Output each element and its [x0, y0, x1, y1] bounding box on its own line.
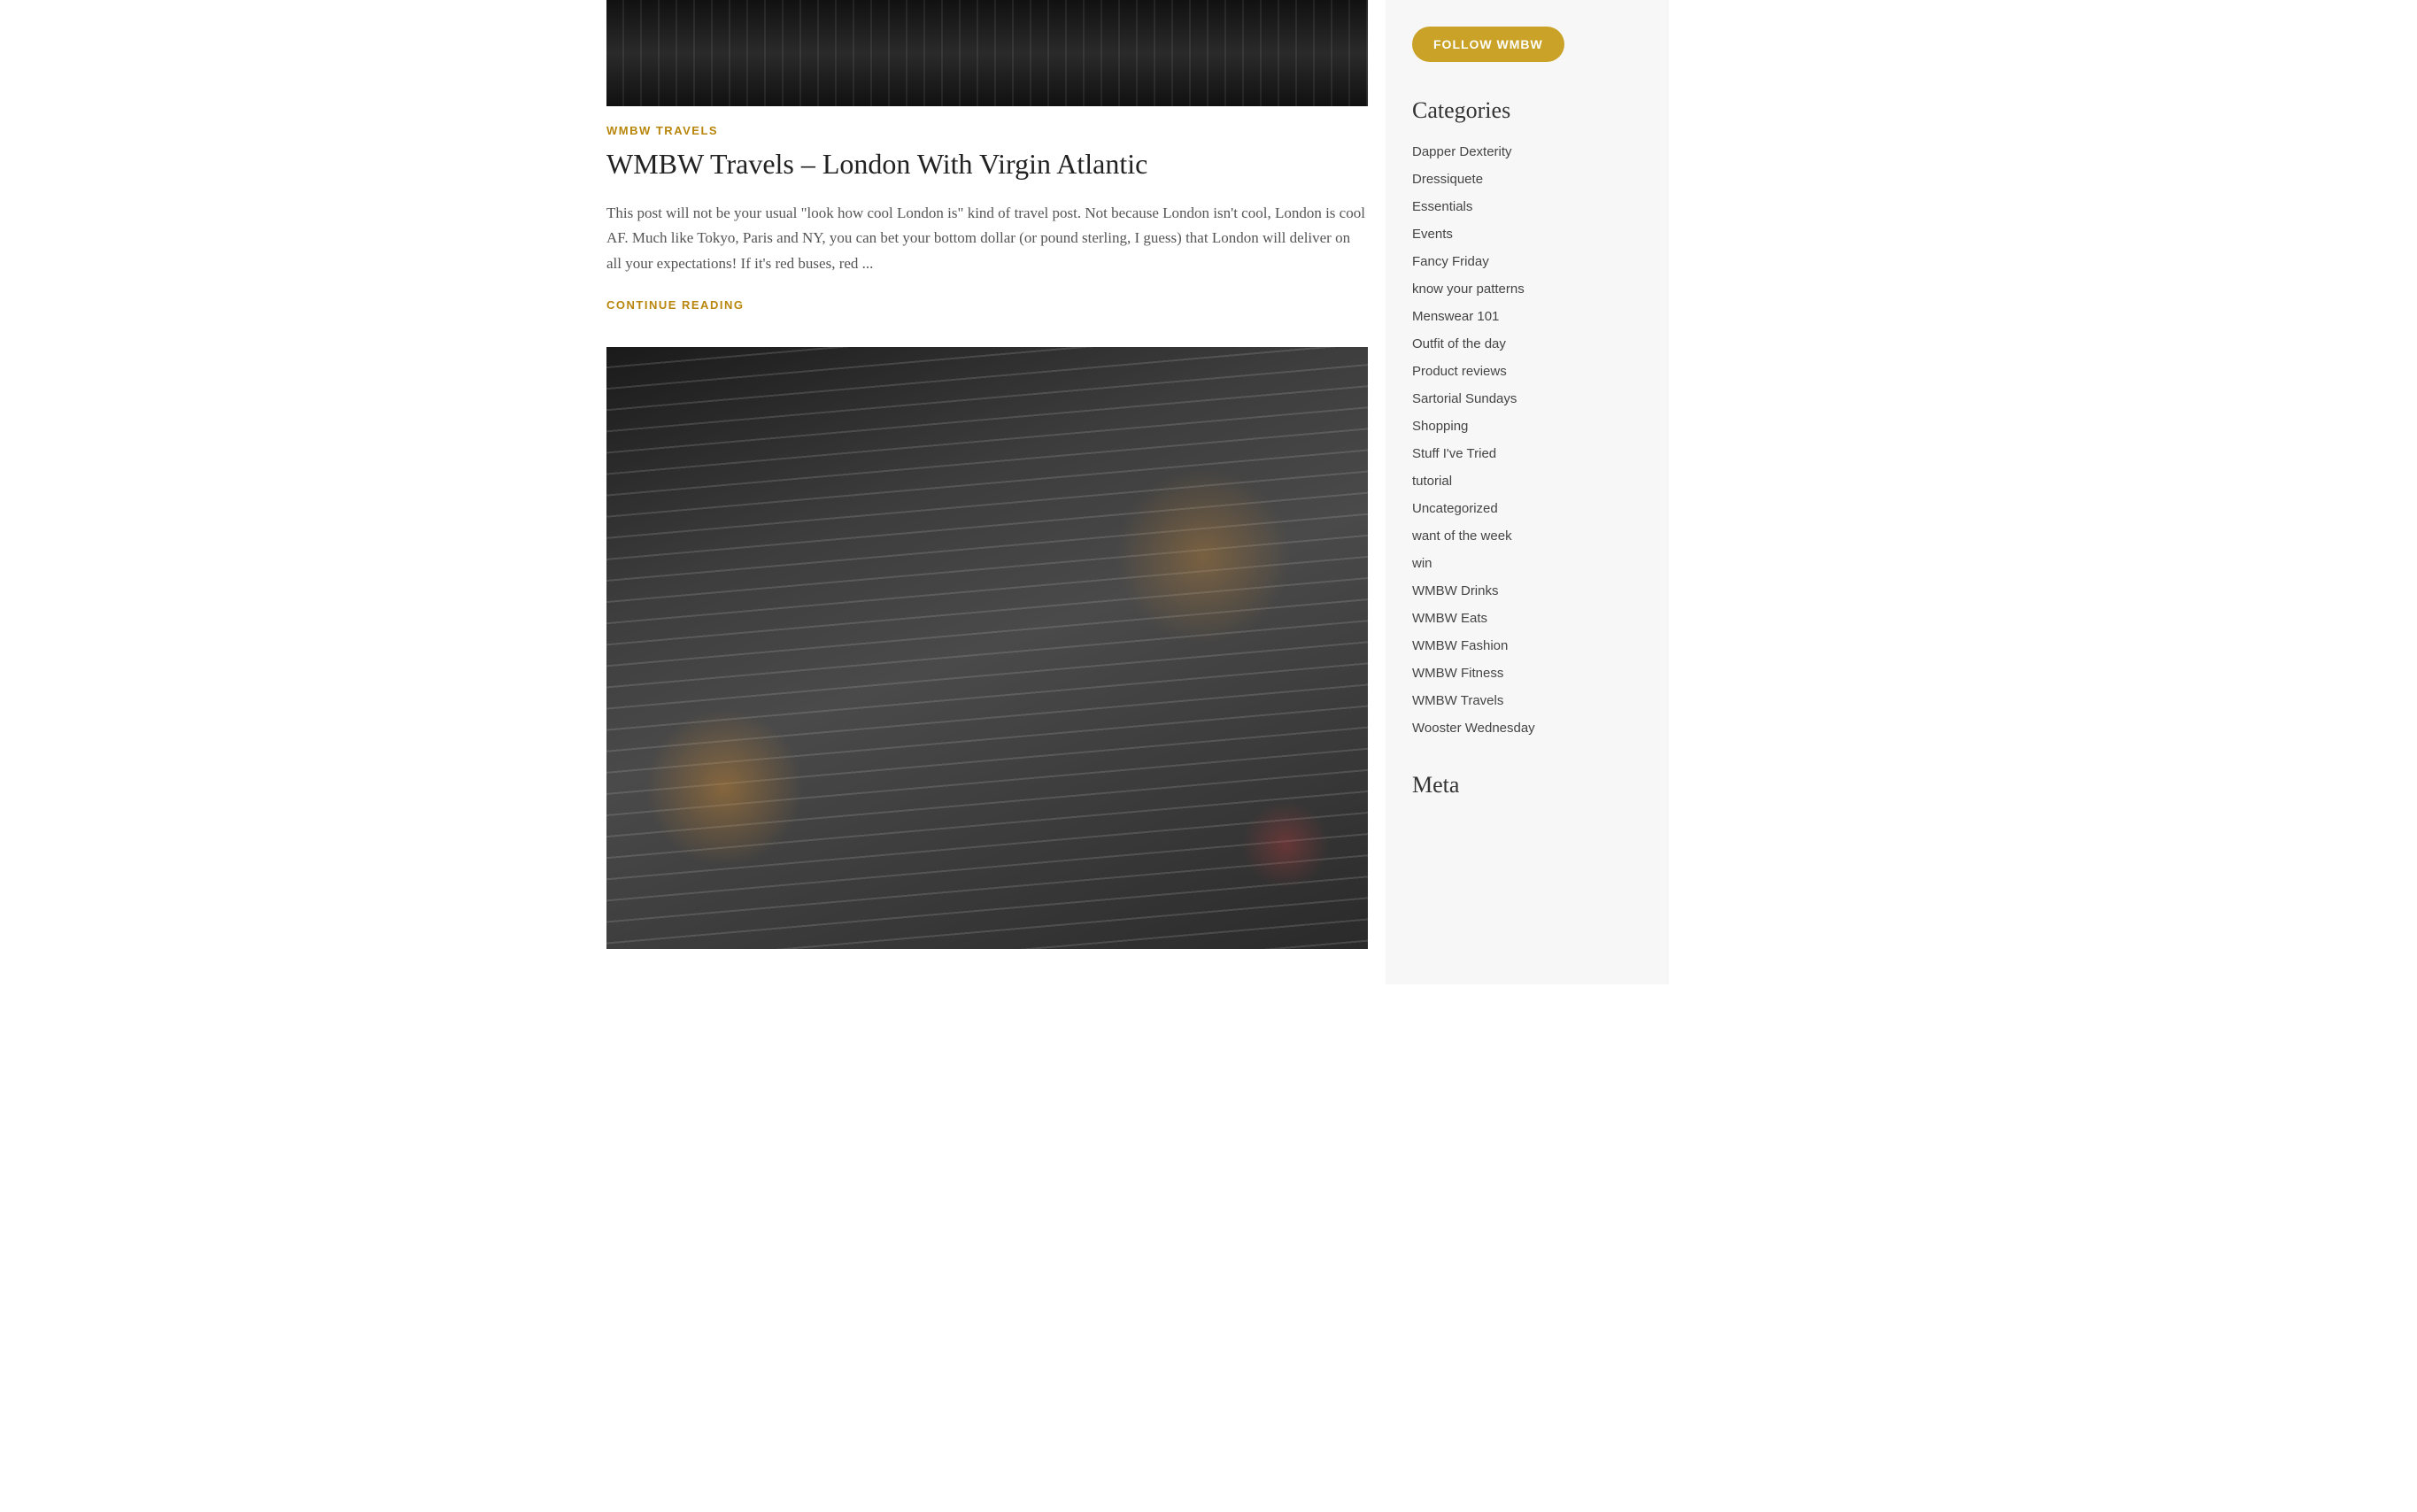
- article-second-image: [606, 347, 1368, 949]
- article-excerpt: This post will not be your usual "look h…: [606, 201, 1368, 278]
- category-link[interactable]: Dressiquete: [1412, 172, 1483, 187]
- list-item: Fancy Friday: [1412, 251, 1651, 270]
- list-item: Dressiquete: [1412, 169, 1651, 188]
- category-link[interactable]: win: [1412, 556, 1432, 571]
- follow-wmbw-button[interactable]: FOLLOW WMBW: [1412, 27, 1564, 62]
- category-link[interactable]: Outfit of the day: [1412, 336, 1506, 351]
- list-item: want of the week: [1412, 526, 1651, 544]
- list-item: Events: [1412, 224, 1651, 243]
- list-item: Essentials: [1412, 197, 1651, 215]
- article-top-image: [606, 0, 1368, 106]
- category-list: Dapper Dexterity Dressiquete Essentials Eve…: [1412, 142, 1651, 737]
- list-item: WMBW Drinks: [1412, 581, 1651, 599]
- list-item: Dapper Dexterity: [1412, 142, 1651, 160]
- list-item: WMBW Eats: [1412, 608, 1651, 627]
- list-item: WMBW Travels: [1412, 690, 1651, 709]
- category-link[interactable]: Shopping: [1412, 419, 1468, 434]
- category-link[interactable]: know your patterns: [1412, 282, 1525, 297]
- article-category[interactable]: WMBW TRAVELS: [606, 124, 1368, 137]
- list-item: Outfit of the day: [1412, 334, 1651, 352]
- category-link[interactable]: Product reviews: [1412, 364, 1507, 379]
- category-link[interactable]: Fancy Friday: [1412, 254, 1489, 269]
- continue-reading-link[interactable]: CONTINUE READING: [606, 298, 744, 312]
- list-item: Product reviews: [1412, 361, 1651, 380]
- article-title: WMBW Travels – London With Virgin Atlant…: [606, 146, 1368, 183]
- category-link[interactable]: Menswear 101: [1412, 309, 1499, 324]
- list-item: Shopping: [1412, 416, 1651, 435]
- list-item: Wooster Wednesday: [1412, 718, 1651, 737]
- list-item: Sartorial Sundays: [1412, 389, 1651, 407]
- category-link[interactable]: WMBW Drinks: [1412, 583, 1499, 598]
- category-link[interactable]: Wooster Wednesday: [1412, 721, 1535, 736]
- list-item: Stuff I've Tried: [1412, 444, 1651, 462]
- category-link[interactable]: WMBW Eats: [1412, 611, 1487, 626]
- categories-heading: Categories: [1412, 97, 1651, 124]
- list-item: win: [1412, 553, 1651, 572]
- category-link[interactable]: WMBW Fashion: [1412, 638, 1508, 653]
- list-item: WMBW Fitness: [1412, 663, 1651, 682]
- category-link[interactable]: WMBW Fitness: [1412, 666, 1503, 681]
- category-link[interactable]: want of the week: [1412, 528, 1512, 544]
- category-link[interactable]: Essentials: [1412, 199, 1472, 214]
- list-item: WMBW Fashion: [1412, 636, 1651, 654]
- category-link[interactable]: Stuff I've Tried: [1412, 446, 1496, 461]
- meta-heading: Meta: [1412, 772, 1651, 798]
- category-link[interactable]: Sartorial Sundays: [1412, 391, 1517, 406]
- list-item: Uncategorized: [1412, 498, 1651, 517]
- sidebar: FOLLOW WMBW Categories Dapper DexterityD…: [1386, 0, 1669, 984]
- list-item: Menswear 101: [1412, 306, 1651, 325]
- category-link[interactable]: Dapper Dexterity: [1412, 144, 1512, 159]
- category-link[interactable]: WMBW Travels: [1412, 693, 1503, 708]
- list-item: tutorial: [1412, 471, 1651, 490]
- category-link[interactable]: Uncategorized: [1412, 501, 1498, 516]
- category-link[interactable]: Events: [1412, 227, 1453, 242]
- list-item: know your patterns: [1412, 279, 1651, 297]
- category-link[interactable]: tutorial: [1412, 474, 1452, 489]
- main-content: WMBW TRAVELS WMBW Travels – London With …: [606, 0, 1386, 984]
